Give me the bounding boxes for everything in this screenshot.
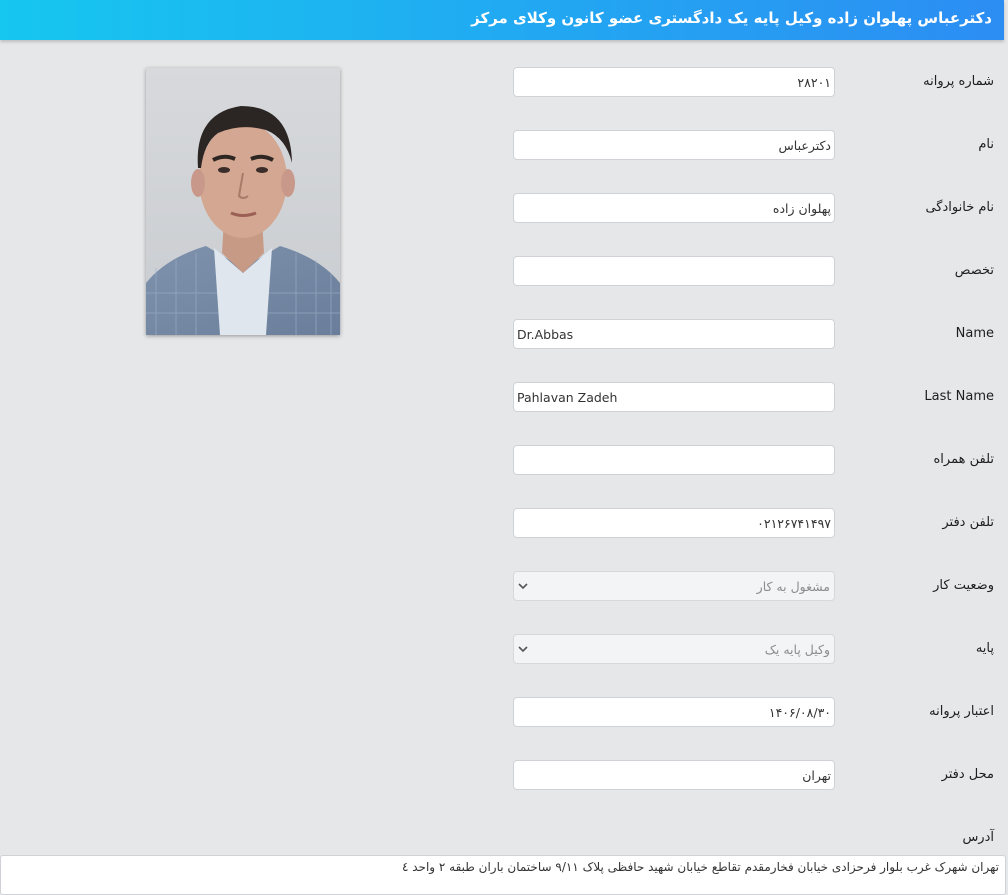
row-last-name: نام خانوادگی <box>0 193 1008 225</box>
row-work-status: وضعیت کار مشغول به کار <box>0 571 1008 603</box>
license-number-label: شماره پروانه <box>923 74 994 89</box>
last-name-label: نام خانوادگی <box>925 200 994 215</box>
row-last-name-en: Last Name <box>0 382 1008 414</box>
grade-select[interactable]: وکیل پایه یک <box>513 634 835 664</box>
page-header: دکترعباس پهلوان زاده وکیل پایه یک دادگست… <box>0 0 1004 40</box>
specialty-label: تخصص <box>954 263 994 278</box>
row-specialty: تخصص <box>0 256 1008 288</box>
grade-label: پایه <box>975 641 994 656</box>
row-grade: پایه وکیل پایه یک <box>0 634 1008 666</box>
last-name-en-label: Last Name <box>924 389 994 404</box>
last-name-en-input[interactable] <box>513 382 835 412</box>
specialty-input[interactable] <box>513 256 835 286</box>
last-name-input[interactable] <box>513 193 835 223</box>
chevron-down-icon <box>518 646 528 653</box>
license-validity-input[interactable] <box>513 697 835 727</box>
row-office-location: محل دفتر <box>0 760 1008 792</box>
license-validity-label: اعتبار پروانه <box>929 704 994 719</box>
row-name-en: Name <box>0 319 1008 351</box>
page-title: دکترعباس پهلوان زاده وکیل پایه یک دادگست… <box>471 9 992 27</box>
office-phone-label: تلفن دفتر <box>942 515 994 530</box>
address-textarea[interactable]: تهران شهرک غرب بلوار فرحزادی خیابان فخار… <box>0 855 1006 895</box>
license-number-input[interactable] <box>513 67 835 97</box>
work-status-select[interactable]: مشغول به کار <box>513 571 835 601</box>
mobile-label: تلفن همراه <box>933 452 995 467</box>
row-office-phone: تلفن دفتر <box>0 508 1008 540</box>
chevron-down-icon <box>518 583 528 590</box>
first-name-input[interactable] <box>513 130 835 160</box>
office-phone-input[interactable] <box>513 508 835 538</box>
office-location-label: محل دفتر <box>941 767 994 782</box>
row-first-name: نام <box>0 130 1008 162</box>
name-en-input[interactable] <box>513 319 835 349</box>
office-location-input[interactable] <box>513 760 835 790</box>
work-status-value: مشغول به کار <box>756 579 830 594</box>
first-name-label: نام <box>978 137 994 152</box>
row-license-number: شماره پروانه <box>0 67 1008 99</box>
grade-value: وکیل پایه یک <box>764 642 830 657</box>
mobile-input[interactable] <box>513 445 835 475</box>
address-label: آدرس <box>962 830 994 845</box>
work-status-label: وضعیت کار <box>933 578 994 593</box>
row-license-validity: اعتبار پروانه <box>0 697 1008 729</box>
row-mobile: تلفن همراه <box>0 445 1008 477</box>
name-en-label: Name <box>955 326 994 341</box>
